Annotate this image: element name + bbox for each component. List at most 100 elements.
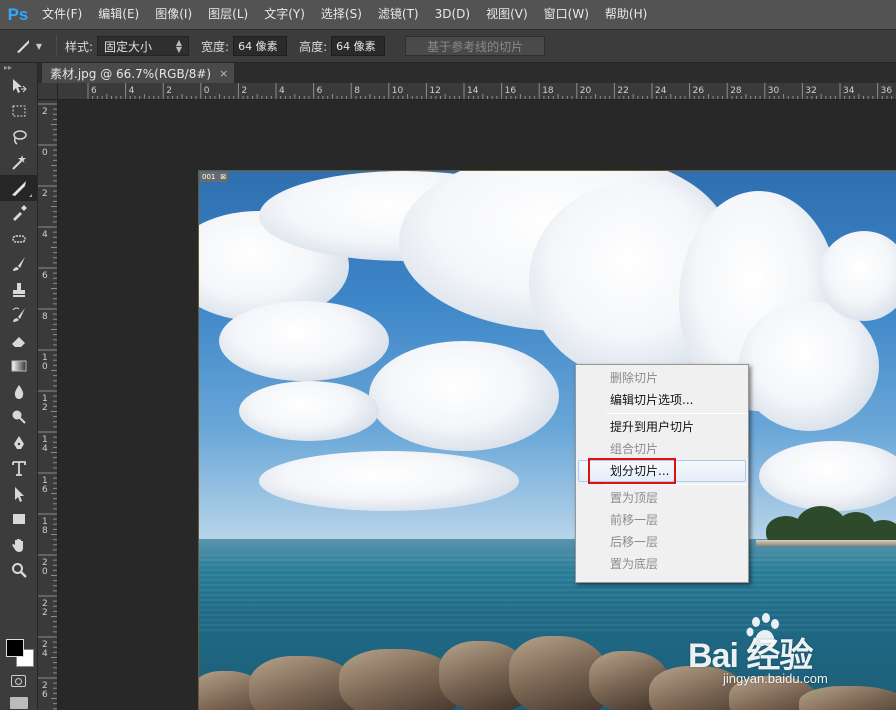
ruler-label: 28 [730, 86, 742, 96]
gradient-tool[interactable] [0, 354, 38, 380]
move-icon [13, 78, 27, 93]
pen-tool[interactable] [0, 430, 38, 456]
ruler-label: 4 [42, 230, 48, 240]
menu-item-promote-to-user-slice[interactable]: 提升到用户切片 [576, 416, 748, 438]
type-icon [12, 461, 26, 477]
eyedropper-tool[interactable] [0, 201, 38, 227]
magic-wand-tool[interactable] [0, 150, 38, 176]
pen-icon [14, 435, 24, 449]
horizontal-ruler[interactable]: 6 4 2 0 2 4 6 8 10 12 14 16 18 20 22 24 26 28 30 32 34 36 [58, 83, 896, 100]
ruler-label: 0 [42, 567, 48, 577]
menu-type[interactable]: 文字(Y) [256, 0, 313, 29]
slice-icon [12, 180, 26, 196]
menu-layer[interactable]: 图层(L) [200, 0, 256, 29]
hand-tool[interactable] [0, 532, 38, 558]
style-select[interactable]: 固定大小 ▲ ▼ [97, 36, 190, 56]
menu-item-send-to-back[interactable]: 置为底层 [576, 553, 748, 575]
updown-arrows-icon: ▲ ▼ [175, 38, 183, 54]
canvas-area[interactable]: 001 ⊠ [59, 101, 896, 710]
brush-tool[interactable] [0, 252, 38, 278]
menu-select[interactable]: 选择(S) [313, 0, 370, 29]
pier [756, 540, 896, 546]
menu-filter[interactable]: 滤镜(T) [370, 0, 427, 29]
menu-help[interactable]: 帮助(H) [597, 0, 655, 29]
menu-window[interactable]: 窗口(W) [536, 0, 597, 29]
marquee-tool[interactable] [0, 99, 38, 125]
magic-wand-icon [12, 155, 26, 170]
ruler-label: 0 [42, 148, 48, 158]
document-tab[interactable]: 素材.jpg @ 66.7%(RGB/8#) × [42, 63, 235, 83]
width-input[interactable]: 64 像素 [233, 36, 288, 56]
document-image[interactable]: 001 ⊠ [198, 170, 896, 710]
tool-preset-picker[interactable]: ▼ [8, 29, 48, 63]
water-drop-icon [14, 384, 24, 399]
ruler-label: 30 [768, 86, 780, 96]
ruler-label: 4 [279, 86, 285, 96]
lasso-tool[interactable] [0, 124, 38, 150]
slice-context-menu: 删除切片 编辑切片选项... 提升到用户切片 组合切片 划分切片... 置为顶层… [575, 364, 749, 583]
path-selection-tool[interactable] [0, 481, 38, 507]
menu-item-delete-slice[interactable]: 删除切片 [576, 367, 748, 389]
menu-bar: Ps 文件(F) 编辑(E) 图像(I) 图层(L) 文字(Y) 选择(S) 滤… [0, 0, 896, 29]
cloud [219, 301, 389, 381]
menu-item-send-backward[interactable]: 后移一层 [576, 531, 748, 553]
foreground-color-swatch[interactable] [6, 639, 24, 657]
menu-item-combine-slices[interactable]: 组合切片 [576, 438, 748, 460]
ruler-label: 18 [542, 86, 554, 96]
type-tool[interactable] [0, 456, 38, 482]
ruler-label: 24 [655, 86, 667, 96]
ruler-label: 6 [91, 86, 97, 96]
slice-type-icon: ⊠ [218, 172, 229, 182]
eraser-tool[interactable] [0, 328, 38, 354]
screen-mode-icon[interactable] [10, 697, 28, 709]
document-tab-title: 素材.jpg @ 66.7%(RGB/8#) [50, 66, 212, 81]
slice-number: 001 [200, 172, 218, 182]
ruler-label: 12 [429, 86, 440, 96]
horizontal-ruler-ticks: 6 4 2 0 2 4 6 8 10 12 14 16 18 20 22 24 26 28 30 32 34 36 [87, 83, 896, 99]
menu-edit[interactable]: 编辑(E) [90, 0, 147, 29]
slice-tool-icon [16, 40, 29, 53]
ruler-label: 32 [805, 86, 816, 96]
menu-item-edit-slice-options[interactable]: 编辑切片选项... [576, 389, 748, 411]
menu-image[interactable]: 图像(I) [147, 0, 200, 29]
menu-item-bring-to-front[interactable]: 置为顶层 [576, 487, 748, 509]
panel-grip-icon[interactable]: ▸▸ [0, 63, 37, 73]
menu-view[interactable]: 视图(V) [478, 0, 536, 29]
style-select-value: 固定大小 [104, 39, 153, 54]
zoom-tool[interactable] [0, 558, 38, 584]
history-brush-tool[interactable] [0, 303, 38, 329]
ruler-label: 2 [42, 189, 48, 199]
ruler-origin[interactable] [38, 83, 58, 100]
rectangle-tool[interactable] [0, 507, 38, 533]
healing-brush-tool[interactable] [0, 226, 38, 252]
ruler-label: 2 [42, 403, 48, 413]
menu-file[interactable]: 文件(F) [34, 0, 90, 29]
sea-ripples [199, 551, 896, 631]
rock [799, 686, 896, 710]
ruler-label: 4 [42, 649, 48, 659]
document-tab-strip: 素材.jpg @ 66.7%(RGB/8#) × [38, 63, 896, 83]
blur-tool[interactable] [0, 379, 38, 405]
move-tool[interactable] [0, 73, 38, 99]
menu-item-divide-slice[interactable]: 划分切片... [578, 460, 746, 482]
cloud [369, 341, 559, 451]
close-icon[interactable]: × [219, 67, 228, 80]
color-swatches [3, 636, 37, 670]
height-input[interactable]: 64 像素 [331, 36, 386, 56]
quick-mask-icon[interactable] [11, 675, 26, 687]
dodge-tool[interactable] [0, 405, 38, 431]
rectangle-icon [13, 514, 25, 525]
slice-tool[interactable] [0, 175, 38, 201]
slices-from-guides-button[interactable]: 基于参考线的切片 [405, 36, 546, 56]
menu-item-bring-forward[interactable]: 前移一层 [576, 509, 748, 531]
arrow-pointer-icon [15, 486, 24, 502]
options-bar: ▼ 样式: 固定大小 ▲ ▼ 宽度: 64 像素 高度: 64 像素 基于参考线的… [0, 29, 896, 63]
ruler-label: 2 [42, 107, 48, 117]
bandage-icon [12, 235, 26, 243]
menu-3d[interactable]: 3D(D) [427, 0, 478, 29]
ruler-label: 2 [241, 86, 247, 96]
divider [56, 35, 57, 57]
stamp-tool[interactable] [0, 277, 38, 303]
vertical-ruler[interactable]: 202468101214161820222426 [38, 100, 58, 710]
height-label: 高度: [299, 39, 328, 54]
